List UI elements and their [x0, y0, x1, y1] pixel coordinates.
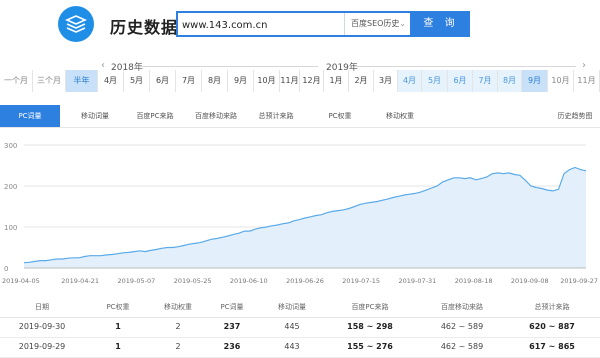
month-option[interactable]: 半年	[66, 70, 98, 92]
month-option[interactable]: 8月	[202, 70, 228, 92]
tab-metric[interactable]: PC权重	[310, 105, 370, 127]
month-option[interactable]: 6月	[448, 70, 473, 92]
month-option[interactable]: 一个月	[0, 70, 33, 92]
column-header: 总预计来路	[534, 303, 570, 311]
table-cell: 443	[284, 342, 300, 351]
table-cell: 620 ~ 887	[529, 322, 575, 331]
month-option[interactable]: 3月	[374, 70, 398, 92]
month-option[interactable]: 5月	[422, 70, 448, 92]
month-option[interactable]: 6月	[150, 70, 176, 92]
x-tick-label: 2019-09-27	[560, 277, 598, 285]
month-option[interactable]: 8月	[498, 70, 522, 92]
table-row: 2019-09-30 1 2 237 445 158 ~ 298 462 ~ 589 620 …	[0, 317, 600, 338]
table-cell: 462 ~ 589	[440, 342, 484, 351]
x-tick-label: 2019-08-18	[455, 277, 493, 285]
table-cell: 462 ~ 589	[440, 322, 484, 331]
year-divider	[140, 66, 318, 67]
column-header: 百度PC来路	[351, 303, 389, 311]
x-tick-label: 2019-05-25	[174, 277, 212, 285]
month-option[interactable]: 11月	[280, 70, 300, 92]
metric-tabs: PC词量 移动词量 百度PC来路 百度移动来路 总预计来路 PC权重 移动权重 历史趋势图	[0, 105, 600, 128]
table-cell: 445	[284, 322, 300, 331]
year-divider	[356, 66, 576, 67]
trend-chart: 300 200 100 0 2019-04-05 2019-04-21 2019-05-07…	[2, 142, 598, 285]
y-tick-label: 200	[4, 183, 17, 191]
x-tick-label: 2019-04-21	[61, 277, 99, 285]
table-cell: 158 ~ 298	[347, 322, 393, 331]
history-trend-link[interactable]: 历史趋势图	[550, 105, 600, 127]
logo	[58, 6, 94, 42]
month-option[interactable]: 1月	[324, 70, 349, 92]
column-header: 日期	[35, 303, 49, 311]
column-header: 百度移动来路	[441, 303, 483, 311]
search-type-select[interactable]: 百度SEO历史 ⌄	[344, 13, 410, 35]
search-input[interactable]	[182, 17, 340, 33]
month-option[interactable]: 10月	[548, 70, 574, 92]
month-option[interactable]: 2月	[349, 70, 374, 92]
page-title: 历史数据	[110, 18, 179, 37]
month-option[interactable]: 9月	[228, 70, 254, 92]
x-tick-label: 2019-07-31	[399, 277, 437, 285]
search-box[interactable]: 百度SEO历史 ⌄	[176, 11, 412, 37]
month-option[interactable]: 4月	[398, 70, 422, 92]
x-tick-label: 2019-05-07	[118, 277, 156, 285]
y-tick-label: 100	[4, 224, 17, 232]
month-option[interactable]: 12月	[300, 70, 324, 92]
tab-metric[interactable]: 总预计来路	[246, 105, 306, 127]
x-tick-label: 2019-06-26	[286, 277, 324, 285]
tab-metric[interactable]: 移动词量	[65, 105, 125, 127]
month-option[interactable]: 7月	[176, 70, 202, 92]
month-option[interactable]: 三个月	[33, 70, 66, 92]
column-header: 移动词量	[278, 303, 306, 311]
x-tick-label: 2019-09-08	[511, 277, 549, 285]
month-option[interactable]: 7月	[473, 70, 498, 92]
y-tick-label: 300	[4, 142, 17, 150]
search-button[interactable]: 查 询	[412, 11, 470, 37]
month-selector: 一个月 三个月 半年 4月 5月 6月 7月 8月 9月 10月 11月 12月 1月 2月 3月 4月 5月 6…	[0, 70, 600, 92]
month-option[interactable]: 4月	[98, 70, 124, 92]
table-cell: 617 ~ 865	[529, 342, 575, 351]
table-cell: 2019-09-29	[18, 342, 66, 351]
tab-metric[interactable]: 百度移动来路	[186, 105, 246, 127]
search-type-label: 百度SEO历史	[351, 19, 400, 28]
chevron-down-icon: ⌄	[399, 19, 406, 28]
tab-metric[interactable]: PC词量	[0, 105, 60, 127]
month-option[interactable]: 5月	[124, 70, 150, 92]
tab-metric[interactable]: 移动权重	[370, 105, 430, 127]
tab-metric[interactable]: 百度PC来路	[125, 105, 185, 127]
month-option[interactable]: 9月	[522, 70, 548, 92]
month-option[interactable]: 10月	[254, 70, 280, 92]
x-tick-label: 2019-04-05	[2, 277, 40, 285]
layers-icon	[65, 15, 87, 33]
table-cell: 2019-09-30	[18, 322, 66, 331]
month-option[interactable]: 11月	[574, 70, 600, 92]
y-tick-label: 0	[4, 265, 8, 273]
x-tick-label: 2019-07-15	[342, 277, 380, 285]
table-header: 日期 PC权重 移动权重 PC词量 移动词量 百度PC来路 百度移动来路 总预计来路	[0, 297, 600, 318]
table-row: 2019-09-29 1 2 236 443 155 ~ 276 462 ~ 589 617 …	[0, 337, 600, 358]
table-cell: 155 ~ 276	[347, 342, 393, 351]
x-tick-label: 2019-06-10	[230, 277, 268, 285]
